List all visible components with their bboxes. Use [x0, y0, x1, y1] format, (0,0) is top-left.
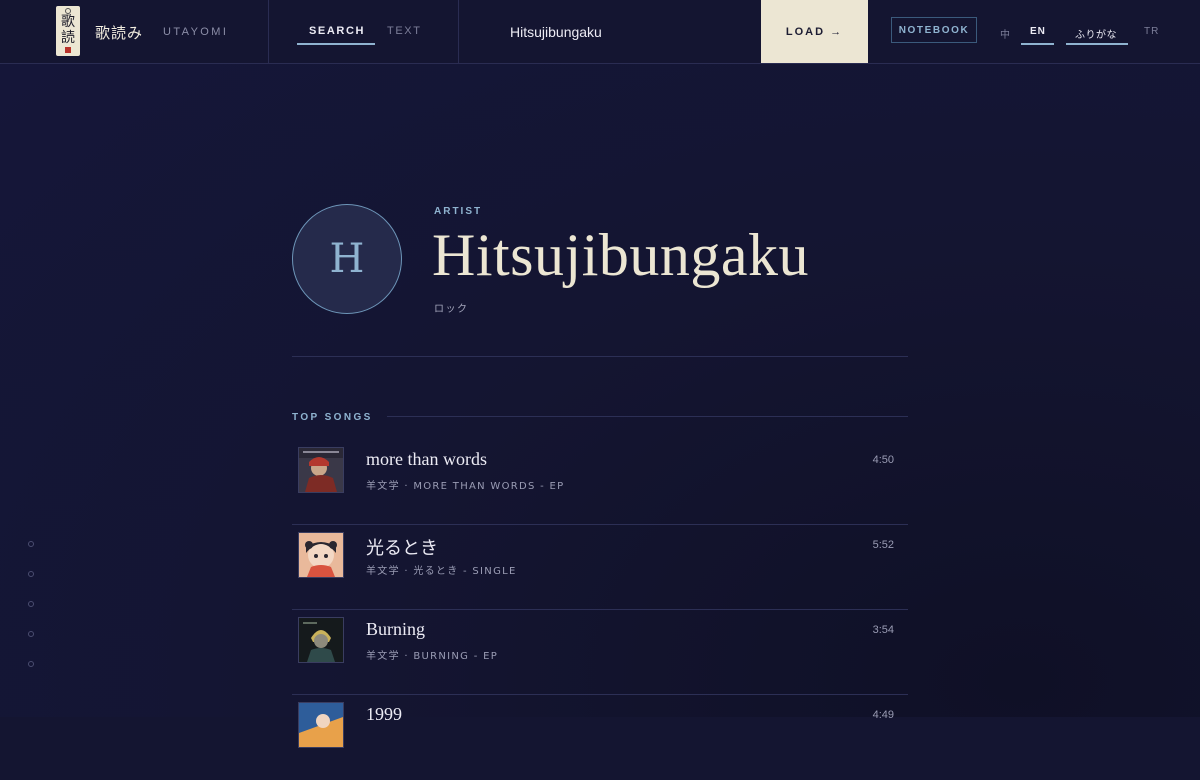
- album-art-1999-icon: [298, 702, 344, 748]
- tab-text[interactable]: TEXT: [387, 25, 422, 37]
- artist-kicker: ARTIST: [434, 206, 483, 217]
- brand-name-en: UTAYOMI: [163, 26, 229, 38]
- song-row[interactable]: Burning 羊文学 · BURNING - EP 3:54: [292, 610, 908, 695]
- section-nav-dot[interactable]: [28, 541, 34, 547]
- song-duration: 3:54: [872, 624, 894, 636]
- heading-rule: [387, 416, 908, 417]
- song-duration: 5:52: [872, 539, 894, 551]
- lang-tr[interactable]: TR: [1144, 26, 1159, 37]
- furigana-toggle[interactable]: ふりがな: [1075, 26, 1117, 41]
- section-nav-dot[interactable]: [28, 601, 34, 607]
- notebook-button[interactable]: NOTEBOOK: [891, 17, 977, 43]
- song-title: 光るとき: [366, 538, 438, 558]
- load-button[interactable]: LOAD →: [761, 0, 868, 63]
- logo-glyph-1: 歌: [61, 14, 75, 30]
- page-title: Hitsujibungaku: [432, 222, 809, 288]
- section-divider: [292, 356, 908, 357]
- avatar: H: [292, 204, 402, 314]
- logo-seal: [65, 47, 71, 53]
- song-row[interactable]: more than words 羊文学 · MORE THAN WORDS - …: [292, 440, 908, 525]
- top-songs-heading: TOP SONGS: [292, 412, 373, 423]
- song-title: more than words: [366, 449, 487, 469]
- furigana-indicator: [1066, 43, 1128, 45]
- song-row[interactable]: 光るとき 羊文学 · 光るとき - SINGLE 5:52: [292, 525, 908, 610]
- artist-genre: ロック: [434, 304, 469, 315]
- lang-en[interactable]: EN: [1030, 26, 1046, 37]
- song-row[interactable]: 1999 4:49: [292, 695, 908, 780]
- song-meta: 羊文学 · MORE THAN WORDS - EP: [366, 481, 565, 492]
- song-meta: 羊文学 · BURNING - EP: [366, 651, 499, 662]
- section-nav-dot[interactable]: [28, 571, 34, 577]
- top-bar: 歌 読 歌読み UTAYOMI SEARCH TEXT LOAD → NOTEB…: [0, 0, 1200, 64]
- logo-icon[interactable]: 歌 読: [56, 6, 80, 56]
- lang-zh[interactable]: 中: [1000, 26, 1011, 41]
- active-tab-indicator: [297, 43, 375, 45]
- search-input[interactable]: [510, 24, 750, 40]
- song-title: Burning: [366, 619, 426, 639]
- divider: [458, 0, 459, 63]
- song-duration: 4:50: [872, 454, 894, 466]
- album-art-more-than-words-icon: [298, 447, 344, 493]
- section-nav-dot[interactable]: [28, 631, 34, 637]
- brand-name-jp[interactable]: 歌読み: [95, 22, 143, 43]
- song-meta: 羊文学 · 光るとき - SINGLE: [366, 566, 517, 577]
- tab-search[interactable]: SEARCH: [309, 25, 365, 37]
- album-art-hikaru-toki-icon: [298, 532, 344, 578]
- album-art-burning-icon: [298, 617, 344, 663]
- song-duration: 4:49: [872, 709, 894, 721]
- divider: [268, 0, 269, 63]
- avatar-initial: H: [329, 236, 365, 282]
- section-nav-dot[interactable]: [28, 661, 34, 667]
- logo-glyph-2: 読: [61, 30, 75, 46]
- lang-en-indicator: [1021, 43, 1054, 45]
- song-title: 1999: [366, 704, 402, 724]
